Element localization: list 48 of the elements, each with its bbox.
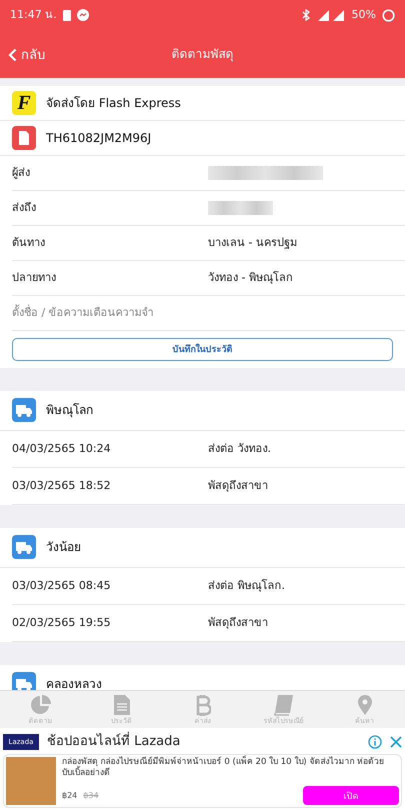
page-title: ติดตามพัสดุ — [172, 46, 234, 62]
event-status: ส่งต่อ พิษณุโลก. — [208, 578, 285, 592]
event-status: พัสดุถึงสาขา — [208, 616, 268, 630]
event-time: 03/03/2565 08:45 — [12, 578, 112, 592]
back-button[interactable]: กลับ — [6, 42, 47, 67]
location-name: วังน้อย — [46, 540, 81, 554]
messenger-icon — [76, 9, 89, 21]
close-icon[interactable] — [390, 736, 402, 748]
courier-logo-icon: F — [12, 91, 36, 115]
price: ฿24 — [62, 790, 78, 800]
truck-icon — [12, 535, 36, 559]
bitcoin-icon — [194, 694, 210, 716]
old-price: ฿34 — [83, 790, 99, 800]
truck-icon — [12, 398, 36, 422]
detail-label: ผู้ส่ง — [12, 166, 31, 180]
location-name: คลองหลวง — [46, 676, 102, 690]
status-time: 11:47 น. — [10, 8, 57, 22]
signal-icon — [316, 9, 346, 21]
map-pin-icon — [356, 694, 372, 716]
open-button[interactable]: เปิด — [303, 786, 399, 805]
event-status: พัสดุถึงสาขา — [208, 478, 268, 492]
event-status: ส่งต่อ วังทอง. — [208, 442, 271, 456]
detail-value: วังทอง - พิษณุโลก — [208, 271, 293, 285]
info-icon[interactable] — [368, 735, 382, 749]
book-icon — [274, 694, 294, 716]
detail-label: ส่งถึง — [12, 201, 37, 215]
chevron-left-icon — [8, 48, 17, 62]
detail-label: ต้นทาง — [12, 236, 46, 250]
event-time: 03/03/2565 18:52 — [12, 478, 112, 492]
location-name: พิษณุโลก — [46, 402, 93, 418]
photo-placeholder — [6, 757, 56, 805]
ad-text: กล่องพัสดุ กล่องไปรษณีย์มีพิมพ์จ่าหน้าเบอร์ 0 (แพ็ค 20 ใบ 10 ใบ) จัดส่งไวมาก ห่อด้วยบับเบิ้ลอย่างดี — [62, 757, 385, 779]
detail-label: ปลายทาง — [12, 271, 57, 285]
bluetooth-icon — [302, 9, 310, 21]
document-icon — [112, 694, 130, 716]
note-field[interactable]: ตั้งชื่อ / ข้อความเตือนความจำ — [12, 301, 393, 325]
event-time: 04/03/2565 10:24 — [12, 442, 112, 456]
event-time: 02/03/2565 19:55 — [12, 616, 112, 630]
tracking-number: TH61082JM2M96J — [46, 130, 152, 146]
save-history-button[interactable]: บันทึกในประวัติ — [12, 338, 393, 360]
pie-chart-icon — [30, 694, 52, 716]
detail-value: บางเลน - นครปฐม — [208, 236, 297, 250]
courier-name: จัดส่งโดย Flash Express — [46, 96, 181, 110]
battery-percent: 50% — [352, 8, 376, 22]
ad-title: ช้อปออนไลน์ที่ Lazada — [47, 733, 360, 751]
battery-icon — [62, 9, 71, 21]
document-icon — [12, 126, 36, 150]
battery-ring-icon — [382, 8, 395, 22]
